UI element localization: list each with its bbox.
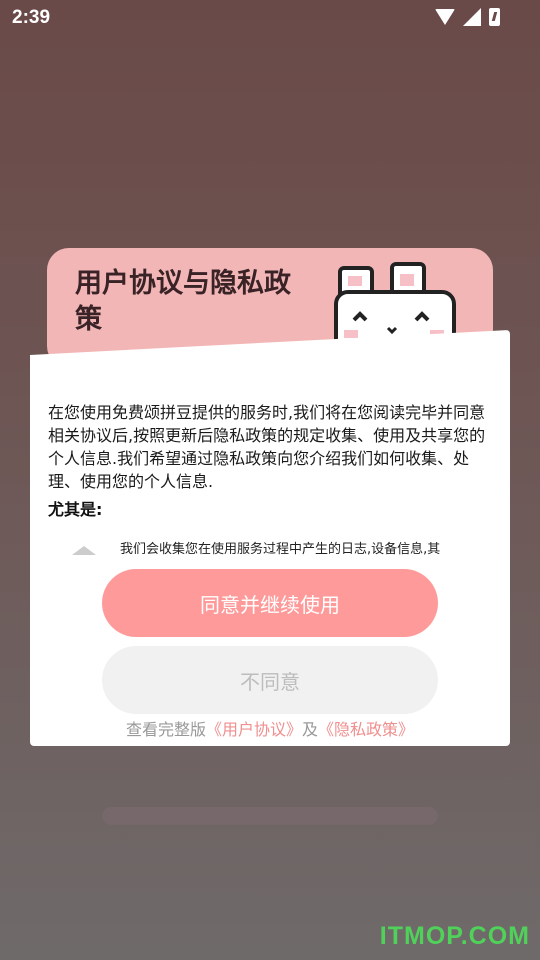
status-icons <box>435 8 500 26</box>
user-agreement-link[interactable]: 《用户协议》 <box>206 720 302 739</box>
footer-and: 及 <box>302 720 319 739</box>
watermark-logo: ITMOP.COM <box>379 922 530 950</box>
dialog-title: 用户协议与隐私政策 <box>75 268 291 335</box>
status-time: 2:39 <box>12 7 51 28</box>
privacy-policy-link[interactable]: 《隐私政策》 <box>318 720 414 739</box>
battery-icon <box>489 8 500 26</box>
wifi-icon <box>435 9 455 25</box>
dialog-subheading: 尤其是: <box>48 500 103 519</box>
bullet-icon <box>72 546 96 555</box>
dialog-bullet-text: 我们会收集您在使用服务过程中产生的日志,设备信息,其 <box>120 542 441 555</box>
agree-continue-button[interactable]: 同意并继续使用 <box>102 569 438 637</box>
signal-icon <box>463 8 481 26</box>
footer-links: 查看完整版《用户协议》及《隐私政策》 <box>0 716 540 740</box>
dialog-intro-text: 在您使用免费颂拼豆提供的服务时,我们将在您阅读完毕并同意相关协议后,按照更新后隐… <box>48 403 486 491</box>
status-bar: 2:39 <box>0 0 540 36</box>
footer-prefix: 查看完整版 <box>125 720 206 739</box>
background-progress-bar <box>102 807 438 825</box>
disagree-button[interactable]: 不同意 <box>102 646 438 714</box>
